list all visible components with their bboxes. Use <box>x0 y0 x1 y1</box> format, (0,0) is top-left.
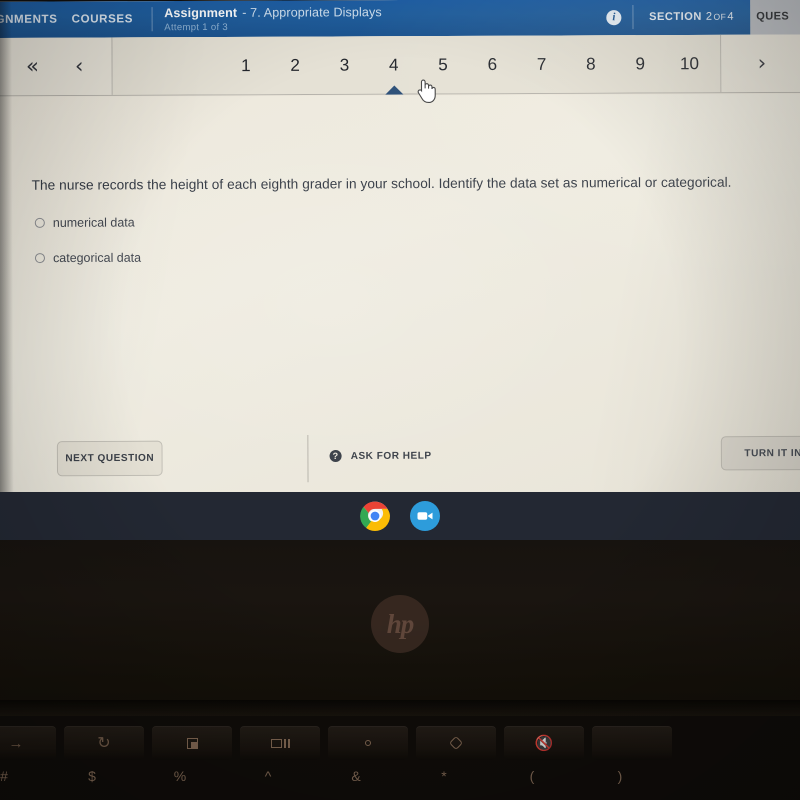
window-overview-icon-glyph <box>270 738 290 748</box>
page-5[interactable]: 5 <box>418 55 467 75</box>
page-4[interactable]: 4 <box>369 55 418 75</box>
pagination-numbers: 1 2 3 4 5 6 7 8 9 10 <box>112 34 721 95</box>
key-fullscreen-icon[interactable] <box>152 726 232 760</box>
pagination-right-controls: › <box>720 34 800 93</box>
question-content-area: The nurse records the height of each eig… <box>0 93 800 497</box>
key-hash[interactable]: # <box>0 768 44 798</box>
fullscreen-icon-glyph <box>186 737 198 749</box>
tab-questions[interactable]: QUES <box>750 0 800 35</box>
section-label: SECTION <box>649 10 702 24</box>
next-question-button[interactable]: NEXT QUESTION <box>56 440 163 477</box>
function-key-row: → ↻ 🔇 <box>0 726 800 762</box>
page-3[interactable]: 3 <box>320 55 369 75</box>
page-1[interactable]: 1 <box>221 55 270 75</box>
assignment-title-row: Assignment - 7. Appropriate Displays <box>164 4 596 20</box>
question-pagination-bar: « ‹ 1 2 3 4 5 6 7 8 9 10 › <box>0 34 800 97</box>
attempt-counter: Attempt 1 of 3 <box>164 21 229 33</box>
section-indicator: SECTION 2 OF 4 <box>633 0 750 35</box>
video-camera-icon[interactable] <box>410 501 440 531</box>
hp-logo: hp <box>371 595 429 653</box>
section-of-word: OF <box>713 11 727 22</box>
photo-of-laptop: IGNMENTS COURSES Assignment - 7. Appropr… <box>0 0 800 800</box>
answer-choice-categorical-label: categorical data <box>53 250 142 266</box>
assignment-name: - 7. Appropriate Displays <box>242 4 382 20</box>
key-ampersand[interactable]: & <box>316 768 396 798</box>
video-camera-icon-glyph <box>417 512 433 520</box>
radio-button-numerical[interactable] <box>34 217 45 228</box>
tab-questions-label: QUES <box>756 10 790 23</box>
key-volume-down-icon[interactable] <box>592 726 672 760</box>
brightness-up-icon-glyph <box>448 735 464 751</box>
page-8[interactable]: 8 <box>566 54 615 74</box>
help-question-icon: ? <box>329 449 342 463</box>
answer-choice-numerical-label: numerical data <box>52 215 135 230</box>
key-paren-close[interactable]: ) <box>580 768 660 798</box>
section-current: 2 <box>705 10 713 23</box>
page-2[interactable]: 2 <box>270 55 319 75</box>
ask-for-help-label: ASK FOR HELP <box>350 450 432 462</box>
answer-choice-categorical[interactable]: categorical data <box>34 250 142 266</box>
nav-courses[interactable]: COURSES <box>72 1 152 38</box>
key-window-overview-icon[interactable] <box>240 726 320 760</box>
first-page-icon[interactable]: « <box>26 54 39 78</box>
next-page-icon[interactable]: › <box>758 51 767 75</box>
chrome-icon[interactable] <box>360 501 390 531</box>
nav-assignments-label: IGNMENTS <box>0 13 58 26</box>
prev-page-icon[interactable]: ‹ <box>75 54 84 78</box>
footer-divider <box>307 434 309 483</box>
key-paren-open[interactable]: ( <box>492 768 572 798</box>
assignment-info: Assignment - 7. Appropriate Displays Att… <box>152 0 596 37</box>
key-caret[interactable]: ^ <box>228 768 308 798</box>
key-brightness-up-icon[interactable] <box>416 726 496 760</box>
pagination-left-controls: « ‹ <box>0 37 113 96</box>
laptop-body: hp → ↻ 🔇 # $ % ^ & * () <box>0 540 800 800</box>
number-key-row: # $ % ^ & * ( ) <box>0 768 800 800</box>
key-dollar[interactable]: $ <box>52 768 132 798</box>
page-10[interactable]: 10 <box>665 53 714 73</box>
key-mute-icon[interactable]: 🔇 <box>504 726 584 760</box>
page-7[interactable]: 7 <box>517 54 566 74</box>
laptop-hinge <box>0 700 800 716</box>
key-forward-arrow-icon[interactable]: → <box>0 726 56 760</box>
page-6[interactable]: 6 <box>468 54 517 74</box>
radio-button-categorical[interactable] <box>34 253 46 264</box>
info-icon-glyph: i <box>606 9 622 25</box>
assignment-word: Assignment <box>164 5 238 20</box>
turn-it-in-button[interactable]: TURN IT IN <box>720 435 800 471</box>
info-icon[interactable]: i <box>596 0 632 35</box>
key-percent[interactable]: % <box>140 768 220 798</box>
nav-courses-label: COURSES <box>71 13 134 26</box>
nav-assignments[interactable]: IGNMENTS <box>0 1 72 38</box>
brightness-down-icon-glyph <box>365 740 371 746</box>
section-total: 4 <box>727 10 735 23</box>
ask-for-help-button[interactable]: ? ASK FOR HELP <box>329 449 432 463</box>
key-asterisk[interactable]: * <box>404 768 484 798</box>
answer-choice-numerical[interactable]: numerical data <box>34 215 135 230</box>
page-9[interactable]: 9 <box>616 54 665 74</box>
key-refresh-icon[interactable]: ↻ <box>64 726 144 760</box>
app-header-bar: IGNMENTS COURSES Assignment - 7. Appropr… <box>0 0 800 38</box>
key-brightness-down-icon[interactable] <box>328 726 408 760</box>
question-prompt: The nurse records the height of each eig… <box>31 174 732 193</box>
turn-it-in-label: TURN IT IN <box>744 447 800 459</box>
chromeos-shelf <box>0 492 800 540</box>
next-question-label: NEXT QUESTION <box>65 452 155 465</box>
laptop-screen: IGNMENTS COURSES Assignment - 7. Appropr… <box>0 0 800 497</box>
keyboard: → ↻ 🔇 # $ % ^ & * () <box>0 716 800 800</box>
chrome-icon-glyph <box>360 501 390 531</box>
